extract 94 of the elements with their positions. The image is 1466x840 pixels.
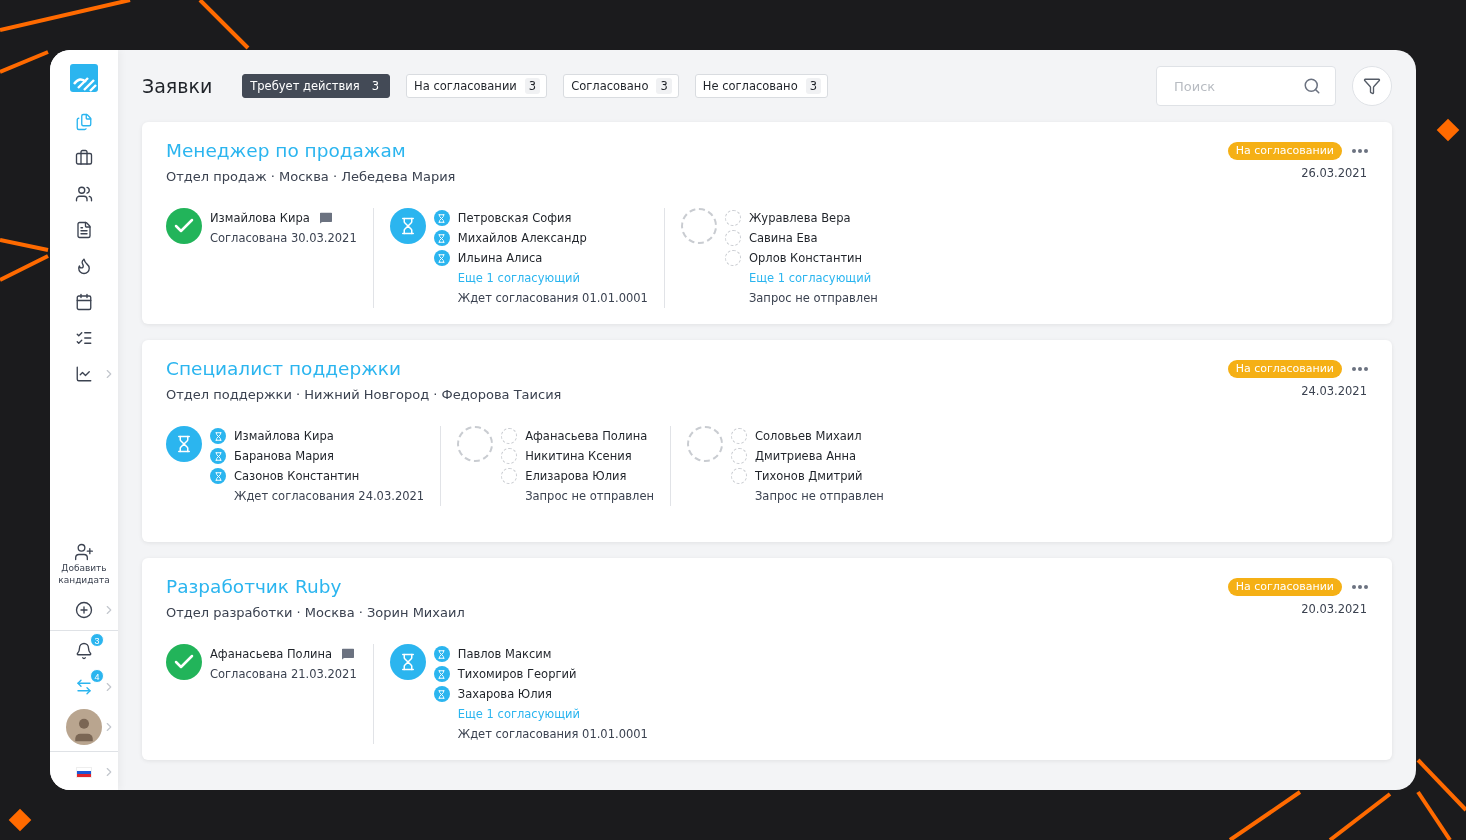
approver-name: Журавлева Вера	[748, 210, 851, 227]
hourglass-icon	[210, 468, 226, 484]
stage-status: Согласована 21.03.2021	[210, 666, 357, 683]
approver-name: Тихонов Дмитрий	[755, 468, 863, 485]
stage-status: Ждет согласования 01.01.0001	[457, 290, 648, 307]
hourglass-icon	[433, 686, 450, 702]
approver-name: Павлов Максим	[457, 646, 552, 663]
stage-status: Запрос не отправлен	[748, 290, 878, 307]
ellipsis-icon	[1352, 149, 1368, 153]
chart-icon	[75, 365, 93, 383]
approver-name: Никитина Ксения	[525, 448, 632, 465]
hourglass-icon	[433, 666, 450, 682]
more-approvers-link[interactable]: Еще 1 согласующий	[457, 704, 580, 724]
decorative-line	[1328, 792, 1392, 840]
decorative-line	[198, 0, 250, 50]
checklist-icon	[75, 329, 93, 347]
stage-status: Запрос не отправлен	[525, 488, 654, 505]
add-candidate-button[interactable]: Добавить кандидата	[50, 542, 118, 592]
filter-button[interactable]	[1352, 66, 1392, 106]
approver-name: Тихомиров Георгий	[457, 666, 577, 683]
filter-tab[interactable]: На согласовании 3	[406, 74, 548, 98]
plus-circle-icon	[75, 601, 93, 619]
comment-icon[interactable]	[340, 646, 357, 662]
decorative-line	[0, 50, 49, 74]
documents-icon	[75, 113, 93, 131]
people-icon	[75, 185, 93, 203]
message-count: 4	[90, 669, 104, 683]
document-icon	[75, 221, 93, 239]
approver-name: Афанасьева Полина	[210, 646, 333, 663]
filter-tab[interactable]: Не согласовано 3	[694, 74, 828, 98]
calendar-icon	[75, 293, 93, 311]
request-details: Отдел разработки · Москва · Зорин Михаил	[166, 604, 465, 622]
more-button[interactable]	[1350, 585, 1368, 589]
avatar[interactable]	[66, 709, 102, 745]
search-input[interactable]: Поиск	[1172, 77, 1297, 95]
arrows-icon	[75, 678, 93, 696]
request-date: 20.03.2021	[1301, 602, 1367, 616]
request-title[interactable]: Разработчик Ruby	[166, 576, 342, 597]
approver-name: Баранова Мария	[234, 448, 334, 465]
approver-name: Савина Ева	[748, 230, 818, 247]
approver-name: Орлов Константин	[748, 250, 863, 267]
approver-name: Дмитриева Анна	[755, 448, 857, 465]
stage-status: Ждет согласования 24.03.2021	[234, 488, 425, 505]
decorative-line	[1416, 758, 1466, 812]
ellipsis-icon	[1352, 367, 1368, 371]
approver-name: Соловьев Михаил	[755, 428, 862, 445]
comment-icon[interactable]	[317, 210, 334, 226]
page-title: Заявки	[142, 75, 213, 97]
approver-name: Измайлова Кира	[234, 428, 334, 445]
more-button[interactable]	[1350, 149, 1368, 153]
request-title[interactable]: Специалист поддержки	[166, 358, 401, 379]
more-approvers-link[interactable]: Еще 1 согласующий	[457, 268, 580, 288]
approver-name: Ильина Алиса	[457, 250, 543, 267]
request-details: Отдел поддержки · Нижний Новгород · Федорова Таисия	[166, 386, 562, 404]
stage-status: Запрос не отправлен	[755, 488, 884, 505]
request-date: 26.03.2021	[1301, 166, 1367, 180]
hourglass-icon	[433, 250, 450, 266]
more-button[interactable]	[1350, 367, 1368, 371]
search-icon	[1303, 77, 1321, 95]
approver-name: Измайлова Кира	[210, 210, 310, 227]
hourglass-icon	[210, 448, 226, 464]
status-badge: На согласовании	[1227, 578, 1342, 596]
filter-icon	[1363, 77, 1381, 95]
status-badge: На согласовании	[1227, 360, 1342, 378]
flame-icon	[75, 257, 93, 275]
filter-tab[interactable]: Согласовано 3	[563, 74, 679, 98]
approver-name: Сазонов Константин	[234, 468, 360, 485]
hourglass-icon	[433, 646, 450, 662]
request-title[interactable]: Менеджер по продажам	[166, 140, 406, 161]
approver-name: Петровская София	[457, 210, 572, 227]
hourglass-icon	[433, 210, 450, 226]
approver-name: Михайлов Александр	[457, 230, 587, 247]
request-details: Отдел продаж · Москва · Лебедева Мария	[166, 168, 456, 186]
briefcase-icon	[75, 149, 93, 167]
approver-name: Елизарова Юлия	[525, 468, 627, 485]
request-date: 24.03.2021	[1301, 384, 1367, 398]
user-plus-icon	[74, 542, 94, 562]
ellipsis-icon	[1352, 585, 1368, 589]
filter-tab[interactable]: Требует действия 3	[242, 74, 391, 98]
approver-name: Захарова Юлия	[457, 686, 552, 703]
decorative-line	[1416, 790, 1452, 840]
decorative-line	[0, 238, 49, 252]
search-field[interactable]: Поиск	[1156, 66, 1336, 106]
approver-name: Афанасьева Полина	[525, 428, 648, 445]
flag-icon[interactable]	[76, 766, 92, 778]
hourglass-icon	[433, 230, 450, 246]
stage-status: Ждет согласования 01.01.0001	[457, 726, 648, 743]
notification-count: 3	[90, 633, 104, 647]
stage-status: Согласована 30.03.2021	[210, 230, 357, 247]
bell-icon	[75, 642, 93, 660]
hourglass-icon	[210, 428, 226, 444]
more-approvers-link[interactable]: Еще 1 согласующий	[748, 268, 872, 288]
status-badge: На согласовании	[1227, 142, 1342, 160]
decorative-line	[0, 254, 49, 282]
